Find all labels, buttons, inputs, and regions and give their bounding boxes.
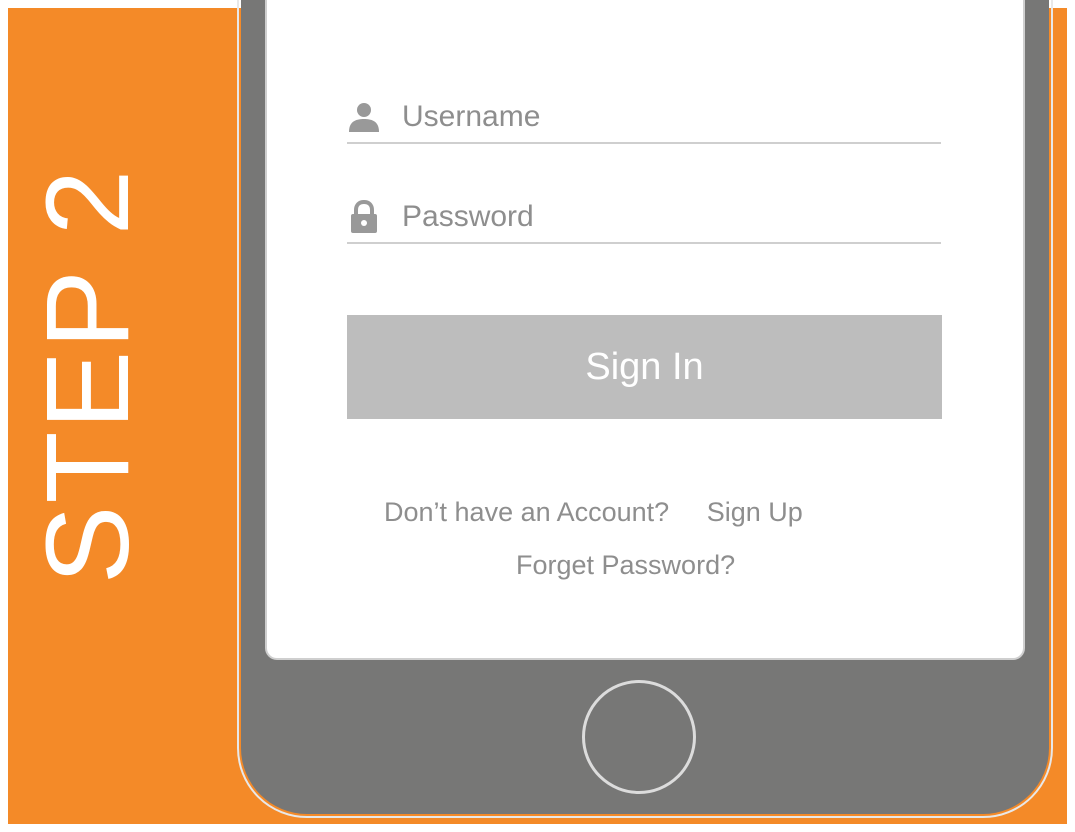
account-row: Don’t have an Account? Sign Up	[384, 494, 803, 530]
password-input[interactable]: Password	[402, 196, 534, 238]
sign-in-button[interactable]: Sign In	[347, 315, 942, 419]
forgot-password-link[interactable]: Forget Password?	[516, 547, 735, 583]
no-account-text: Don’t have an Account?	[384, 497, 670, 527]
sign-up-link[interactable]: Sign Up	[707, 497, 803, 527]
password-field[interactable]: Password	[347, 196, 941, 244]
step-label: STEP 2	[22, 167, 154, 585]
step-illustration: STEP 2 Username Password Sign In Don’t h…	[0, 0, 1075, 832]
user-icon	[347, 100, 381, 134]
username-input[interactable]: Username	[402, 96, 540, 138]
username-field[interactable]: Username	[347, 96, 941, 144]
lock-icon	[347, 199, 381, 234]
home-button[interactable]	[582, 680, 696, 794]
